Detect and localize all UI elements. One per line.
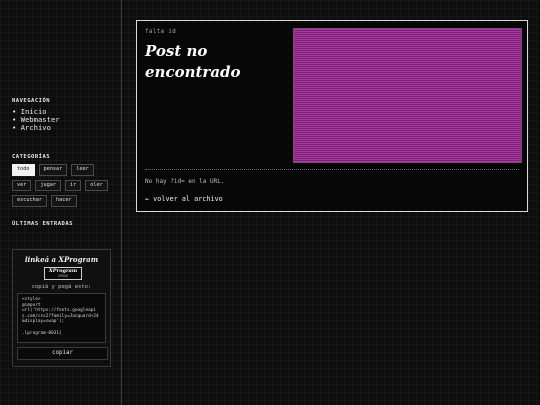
- tag-oler[interactable]: oler: [85, 179, 108, 191]
- post-title: Post no encontrado: [145, 42, 241, 81]
- post-card: falta id Post no encontrado No hay ?id= …: [136, 20, 528, 212]
- post-meta: falta id: [145, 29, 177, 35]
- tag-jugar[interactable]: jugar: [35, 179, 61, 191]
- badge-sub-text: XPROG: [58, 274, 68, 278]
- category-tags: todo pensar leer ver jugar ir oler escuc…: [12, 164, 112, 207]
- tag-leer[interactable]: leer: [71, 164, 94, 176]
- link-box-title: linkeá a XProgram: [24, 255, 99, 264]
- tag-hacer[interactable]: hacer: [51, 195, 77, 207]
- tag-ir[interactable]: ir: [65, 179, 82, 191]
- copy-button[interactable]: copiar: [17, 347, 108, 360]
- site-badge: XProgram XPROG: [44, 267, 82, 280]
- post-image-placeholder: [293, 28, 522, 163]
- tag-escuchar[interactable]: escuchar: [12, 195, 47, 207]
- tag-todo[interactable]: todo: [12, 164, 35, 176]
- link-to-us-box: linkeá a XProgram XProgram XPROG copiá y…: [12, 249, 111, 367]
- copy-instructions: copiá y pegá esto:: [31, 284, 92, 290]
- back-to-archive-link[interactable]: ← volver al archivo: [145, 195, 223, 203]
- embed-code-textarea[interactable]: <style> @import url('https://fonts.googl…: [17, 293, 106, 343]
- tag-ver[interactable]: ver: [12, 179, 32, 191]
- sidebar: NAVEGACIÓN Inicio Webmaster Archivo CATE…: [0, 0, 122, 405]
- nav-list: Inicio Webmaster Archivo: [12, 108, 60, 132]
- divider: [145, 169, 519, 170]
- nav-section-title: NAVEGACIÓN: [12, 98, 51, 104]
- error-message: No hay ?id= en la URL.: [145, 178, 225, 185]
- categories-section-title: CATEGORÍAS: [12, 154, 51, 160]
- nav-item-archivo[interactable]: Archivo: [12, 124, 60, 132]
- tag-pensar[interactable]: pensar: [38, 164, 68, 176]
- latest-section-title: ÚLTIMAS ENTRADAS: [12, 221, 73, 227]
